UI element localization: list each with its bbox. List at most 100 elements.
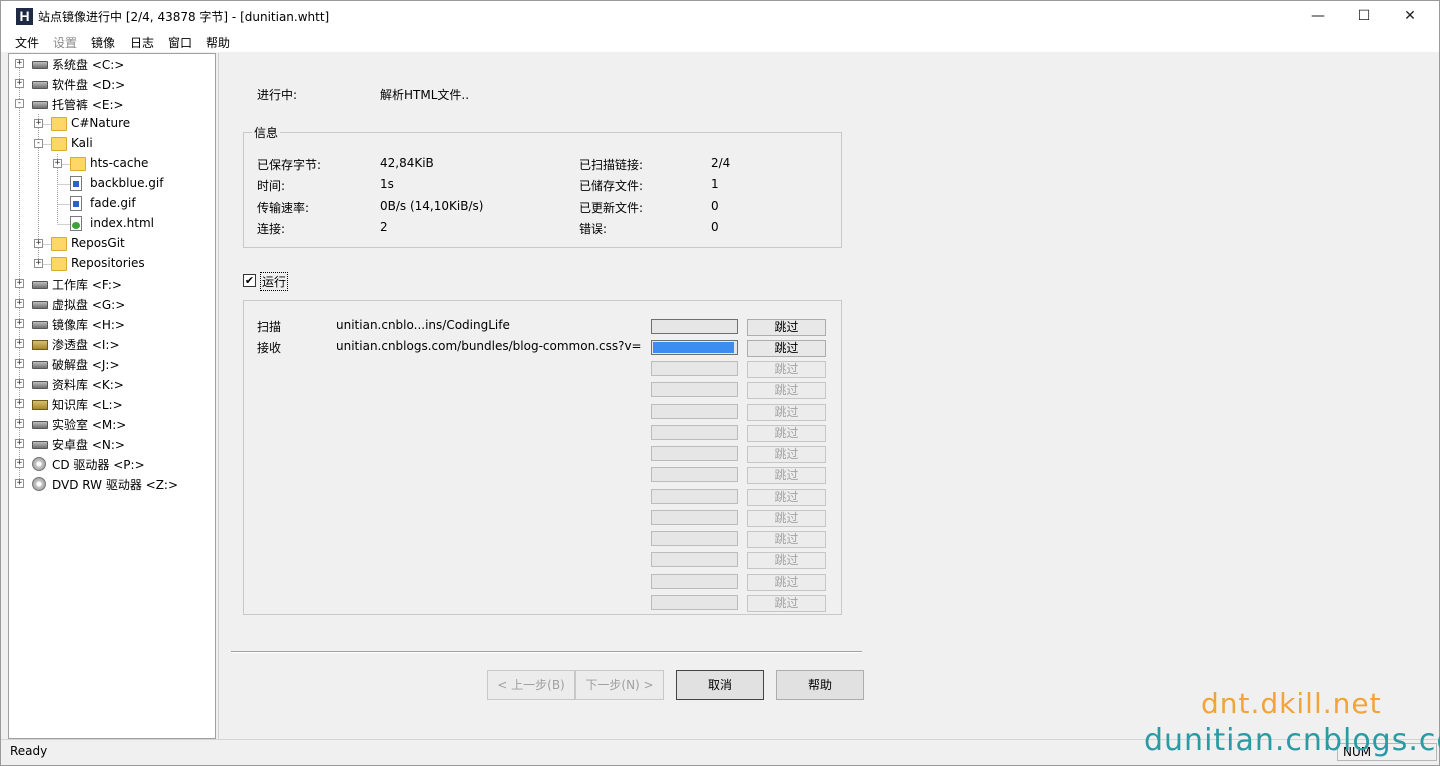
skip-button[interactable]: 跳过 [747, 425, 826, 442]
skip-button[interactable]: 跳过 [747, 340, 826, 357]
transfer-progress-bar [651, 361, 738, 376]
expand-icon[interactable]: + [34, 259, 43, 268]
run-checkbox[interactable]: ✔ [243, 274, 256, 287]
tree-item[interactable]: + Repositories [9, 254, 215, 274]
menu-settings[interactable]: 设置 [53, 34, 77, 51]
tree-item[interactable]: fade.gif [9, 194, 215, 214]
skip-button[interactable]: 跳过 [747, 319, 826, 336]
transfer-progress-bar [651, 489, 738, 504]
skip-button[interactable]: 跳过 [747, 467, 826, 484]
drive-icon [32, 281, 48, 289]
tree-item[interactable]: index.html [9, 214, 215, 234]
tree-item[interactable]: + 镜像库 <H:> [9, 314, 215, 334]
skip-button[interactable]: 跳过 [747, 510, 826, 527]
tree-item[interactable]: - 托管裤 <E:> [9, 94, 215, 114]
skip-button[interactable]: 跳过 [747, 552, 826, 569]
tree-item-label: index.html [90, 216, 154, 230]
locked-drive-icon [32, 340, 48, 350]
skip-button[interactable]: 跳过 [747, 404, 826, 421]
run-label[interactable]: 运行 [260, 272, 289, 291]
collapse-icon[interactable]: - [15, 99, 24, 108]
progress-fill [653, 342, 734, 353]
next-button[interactable]: 下一步(N) > [575, 670, 664, 700]
menu-window[interactable]: 窗口 [168, 34, 192, 51]
tree-item-label: C#Nature [71, 116, 131, 130]
skip-button[interactable]: 跳过 [747, 361, 826, 378]
tree-item[interactable]: + 系统盘 <C:> [9, 54, 215, 74]
tree-item[interactable]: + 工作库 <F:> [9, 274, 215, 294]
minimize-icon[interactable]: — [1295, 1, 1341, 31]
menu-log[interactable]: 日志 [130, 34, 154, 51]
skip-button[interactable]: 跳过 [747, 595, 826, 612]
info-value: 42,84KiB [380, 156, 434, 170]
tree-item-label: 知识库 <L:> [52, 398, 123, 412]
tree-item[interactable]: + 知识库 <L:> [9, 394, 215, 414]
menu-mirror[interactable]: 镜像 [91, 34, 115, 51]
expand-icon[interactable]: + [15, 379, 24, 388]
maximize-icon[interactable]: ☐ [1341, 1, 1387, 31]
tree-item[interactable]: - Kali [9, 134, 215, 154]
info-label: 时间: [257, 179, 286, 193]
tree-item[interactable]: backblue.gif [9, 174, 215, 194]
tree-item[interactable]: + hts-cache [9, 154, 215, 174]
tree-item[interactable]: + 渗透盘 <I:> [9, 334, 215, 354]
tree-item[interactable]: + 虚拟盘 <G:> [9, 294, 215, 314]
back-button[interactable]: < 上一步(B) [487, 670, 575, 700]
expand-icon[interactable]: + [15, 79, 24, 88]
info-value: 1s [380, 177, 394, 191]
tree-item-label: Repositories [71, 256, 145, 270]
expand-icon[interactable]: + [34, 239, 43, 248]
cancel-button[interactable]: 取消 [676, 670, 764, 700]
skip-button[interactable]: 跳过 [747, 382, 826, 399]
expand-icon[interactable]: + [15, 419, 24, 428]
status-text: Ready [10, 744, 48, 758]
expand-icon[interactable]: + [15, 339, 24, 348]
tree-item[interactable]: + 安卓盘 <N:> [9, 434, 215, 454]
skip-button[interactable]: 跳过 [747, 531, 826, 548]
expand-icon[interactable]: + [15, 59, 24, 68]
expand-icon[interactable]: + [15, 279, 24, 288]
info-label: 传输速率: [257, 201, 310, 215]
skip-button[interactable]: 跳过 [747, 574, 826, 591]
transfer-url: unitian.cnblo...ins/CodingLife [336, 318, 510, 332]
transfer-progress-bar [651, 467, 738, 482]
expand-icon[interactable]: + [15, 299, 24, 308]
expand-icon[interactable]: + [15, 439, 24, 448]
close-icon[interactable]: ✕ [1387, 1, 1433, 31]
collapse-icon[interactable]: - [34, 139, 43, 148]
expand-icon[interactable]: + [53, 159, 62, 168]
skip-button[interactable]: 跳过 [747, 446, 826, 463]
folder-tree[interactable]: + 系统盘 <C:> + 软件盘 <D:> - 托管裤 <E:> + C#Nature - Kal… [8, 53, 216, 739]
drive-icon [32, 301, 48, 309]
tree-item-label: 实验室 <M:> [52, 418, 127, 432]
expand-icon[interactable]: + [34, 119, 43, 128]
tree-item[interactable]: + CD 驱动器 <P:> [9, 454, 215, 474]
image-file-icon [70, 176, 82, 191]
help-button[interactable]: 帮助 [776, 670, 864, 700]
transfer-action: 扫描 [257, 320, 282, 334]
menu-file[interactable]: 文件 [15, 34, 39, 51]
tree-item-label: DVD RW 驱动器 <Z:> [52, 478, 179, 492]
expand-icon[interactable]: + [15, 459, 24, 468]
tree-item[interactable]: + 实验室 <M:> [9, 414, 215, 434]
tree-item[interactable]: + C#Nature [9, 114, 215, 134]
expand-icon[interactable]: + [15, 359, 24, 368]
info-label: 已保存字节: [257, 158, 322, 172]
drive-icon [32, 421, 48, 429]
menu-help[interactable]: 帮助 [206, 34, 230, 51]
tree-item[interactable]: + 破解盘 <J:> [9, 354, 215, 374]
title-bar[interactable]: H 站点镜像进行中 [2/4, 43878 字节] - [dunitian.wh… [1, 1, 1439, 31]
transfer-progress-bar [651, 340, 738, 355]
expand-icon[interactable]: + [15, 399, 24, 408]
tree-item-label: 渗透盘 <I:> [52, 338, 120, 352]
expand-icon[interactable]: + [15, 479, 24, 488]
tree-item[interactable]: + 资料库 <K:> [9, 374, 215, 394]
skip-button[interactable]: 跳过 [747, 489, 826, 506]
tree-item[interactable]: + 软件盘 <D:> [9, 74, 215, 94]
tree-item[interactable]: + DVD RW 驱动器 <Z:> [9, 474, 215, 494]
expand-icon[interactable]: + [15, 319, 24, 328]
transfer-progress-bar [651, 510, 738, 525]
app-icon[interactable]: H [16, 8, 33, 25]
image-file-icon [70, 196, 82, 211]
tree-item[interactable]: + ReposGit [9, 234, 215, 254]
